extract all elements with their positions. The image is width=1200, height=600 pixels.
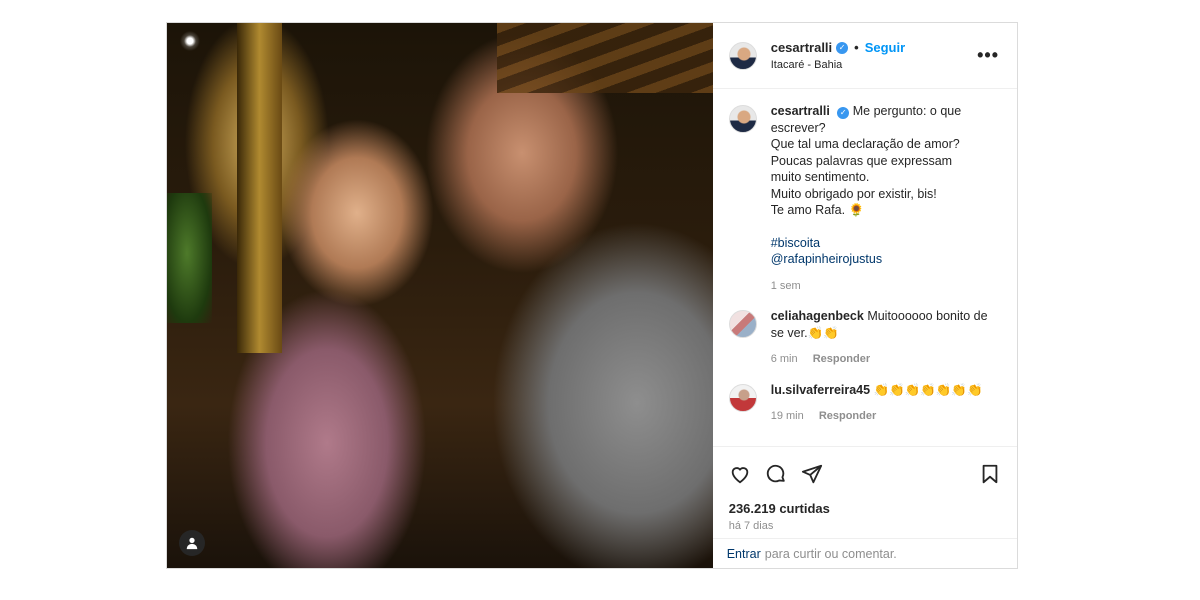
- photo-lights: [175, 31, 205, 181]
- post-date: há 7 dias: [728, 520, 774, 532]
- caption-line: Me pergunto: o que: [852, 104, 962, 118]
- mention-link[interactable]: @rafapinheirojustus: [771, 251, 961, 268]
- add-comment-bar: Entrar para curtir ou comentar.: [712, 538, 1017, 568]
- caption-line: Poucas palavras que expressam: [770, 153, 953, 168]
- caption-line: Muito obrigado por existir, bis!: [770, 186, 937, 201]
- verified-icon: ✓: [836, 41, 849, 54]
- instagram-post: cesartralli ✓ • Seguir Itacaré - Bahia •…: [166, 22, 1018, 569]
- comment-time: 6 min: [770, 353, 798, 365]
- reply-button[interactable]: Responder: [813, 353, 870, 365]
- share-icon[interactable]: [801, 463, 823, 485]
- post-photo[interactable]: [167, 23, 713, 568]
- header-names: cesartralli ✓ • Seguir Itacaré - Bahia: [771, 40, 905, 71]
- person-tag-icon[interactable]: [179, 530, 205, 556]
- comment-item: lu.silvaferreira45 👏👏👏👏👏👏👏 19 min Respon…: [728, 382, 1003, 425]
- comment-username[interactable]: lu.silvaferreira45: [771, 383, 870, 397]
- caption-line: escrever?: [770, 120, 826, 135]
- avatar[interactable]: [728, 383, 757, 412]
- post-sidebar: cesartralli ✓ • Seguir Itacaré - Bahia •…: [712, 23, 1017, 568]
- login-link[interactable]: Entrar: [727, 547, 761, 561]
- follow-button[interactable]: Seguir: [865, 40, 905, 55]
- reply-button[interactable]: Responder: [819, 410, 876, 422]
- comment-text: 👏👏👏👏👏👏👏: [873, 382, 983, 397]
- actions-bar: 236.219 curtidas há 7 dias: [712, 446, 1017, 538]
- caption-time: 1 sem: [770, 279, 801, 292]
- header-separator: •: [854, 40, 859, 55]
- bookmark-icon[interactable]: [979, 463, 1001, 485]
- avatar[interactable]: [728, 105, 757, 133]
- photo-pillar: [237, 23, 282, 353]
- avatar[interactable]: [728, 310, 757, 338]
- photo-beam: [497, 23, 713, 93]
- header-username[interactable]: cesartralli: [771, 40, 832, 55]
- location-link[interactable]: Itacaré - Bahia: [771, 59, 905, 71]
- caption-line: Te amo Rafa. 🌻: [770, 203, 865, 217]
- post-header: cesartralli ✓ • Seguir Itacaré - Bahia •…: [712, 23, 1017, 89]
- photo-plant: [167, 193, 212, 323]
- comment-item: celiahagenbeck Muitoooooo bonito de se v…: [728, 308, 1003, 368]
- hashtag-link[interactable]: #biscoita: [771, 235, 961, 252]
- comments-area: cesartralli ✓ Me pergunto: o que escreve…: [713, 89, 1017, 446]
- caption: cesartralli ✓ Me pergunto: o que escreve…: [728, 103, 1003, 294]
- comment-username[interactable]: celiahagenbeck: [771, 309, 864, 323]
- verified-icon: ✓: [837, 107, 850, 119]
- comment-icon[interactable]: [765, 463, 787, 485]
- add-comment-text: para curtir ou comentar.: [764, 546, 897, 561]
- avatar[interactable]: [728, 41, 757, 70]
- caption-line: muito sentimento.: [770, 170, 870, 184]
- caption-username[interactable]: cesartralli: [771, 104, 830, 118]
- caption-line: Que tal uma declaração de amor?: [770, 137, 960, 151]
- more-icon[interactable]: •••: [977, 45, 999, 66]
- likes-count[interactable]: 236.219 curtidas: [729, 501, 1001, 516]
- comment-time: 19 min: [770, 410, 804, 422]
- heart-icon[interactable]: [729, 463, 751, 485]
